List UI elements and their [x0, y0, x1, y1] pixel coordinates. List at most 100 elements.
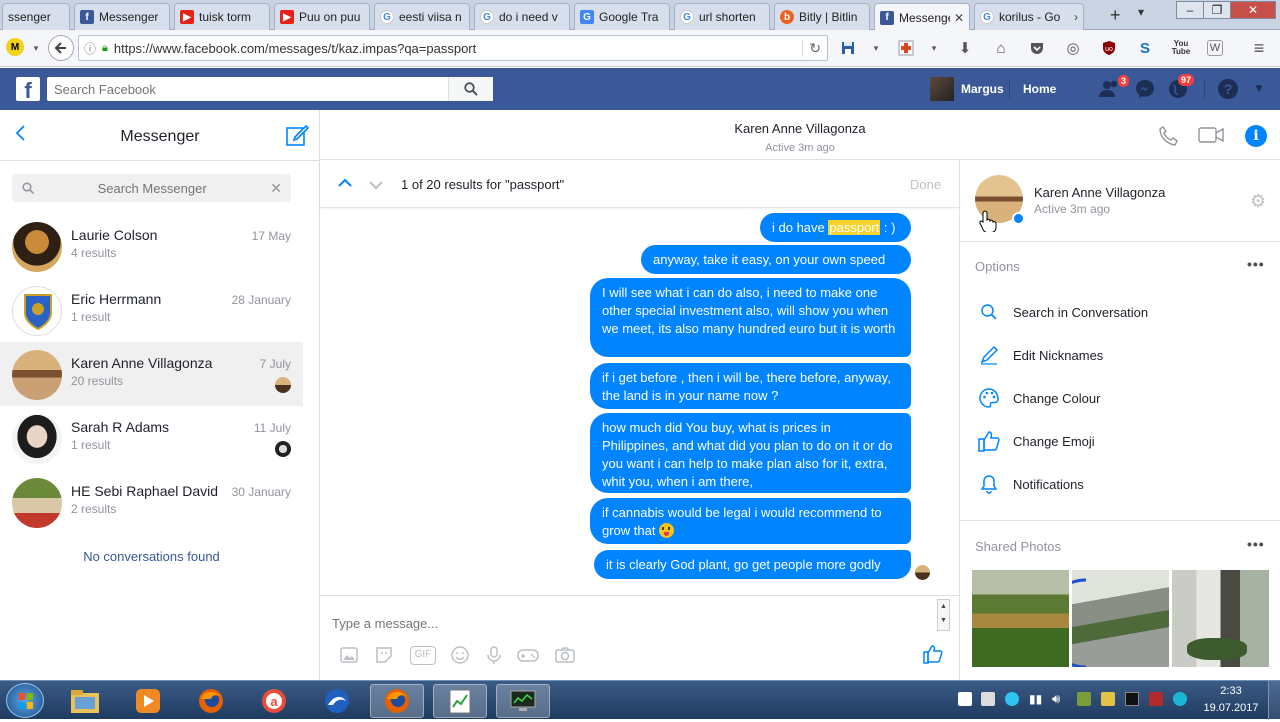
tab-scroll-right-icon[interactable]: › [1074, 10, 1078, 24]
download-icon[interactable]: ⬇ [955, 38, 975, 58]
browser-tab[interactable]: G do i need v [474, 3, 570, 30]
taskbar-firefox[interactable] [184, 684, 238, 718]
facebook-search-button[interactable] [448, 77, 493, 101]
save-icon[interactable] [838, 38, 858, 58]
option-search-in-conversation[interactable]: Search in Conversation [976, 299, 1148, 325]
new-tab-icon[interactable]: + [1110, 5, 1121, 26]
shared-photo[interactable] [1172, 570, 1269, 667]
sticker-icon[interactable] [374, 645, 394, 668]
tray-icon[interactable] [1173, 692, 1187, 706]
thumbs-up-icon[interactable] [922, 643, 944, 668]
start-button[interactable] [6, 683, 44, 718]
account-menu-arrow-icon[interactable]: ▼ [1253, 81, 1265, 95]
dropdown-arrow-icon[interactable]: ▾ [26, 38, 46, 58]
browser-tab[interactable]: G korilus - Go › [974, 3, 1084, 30]
compose-message-icon[interactable] [285, 123, 310, 150]
maximize-window-icon[interactable]: ❐ [1203, 1, 1231, 19]
clear-search-icon[interactable]: ✕ [270, 180, 282, 197]
addon-cross-icon[interactable] [896, 38, 916, 58]
dropdown-arrow-icon[interactable]: ▾ [866, 38, 886, 58]
tray-icon[interactable] [1077, 692, 1091, 706]
home-link[interactable]: Home [1023, 68, 1056, 110]
browser-tab[interactable]: ▶ tuisk torm [174, 3, 270, 30]
browser-tab[interactable]: G url shorten [674, 3, 770, 30]
address-bar[interactable]: ⓘ 🔒︎ https://www.facebook.com/messages/t… [78, 35, 828, 61]
tray-icon[interactable] [958, 692, 972, 706]
conversation-item[interactable]: Sarah R Adams 1 result 11 July [0, 406, 303, 470]
youtube-addon-icon[interactable]: You Tube [1171, 38, 1191, 58]
option-change-colour[interactable]: Change Colour [976, 385, 1100, 411]
ublock-icon[interactable]: uo [1099, 38, 1119, 58]
messenger-search-input[interactable] [34, 176, 271, 200]
done-button[interactable]: Done [910, 177, 941, 192]
conversation-item[interactable]: HE Sebi Raphael David 2 results 30 Janua… [0, 470, 303, 534]
shared-photo[interactable] [1072, 570, 1169, 667]
conversation-item-selected[interactable]: Karen Anne Villagonza 20 results 7 July [0, 342, 303, 406]
home-icon[interactable]: ⌂ [991, 38, 1011, 58]
facebook-search-input[interactable] [47, 78, 448, 100]
conversation-item[interactable]: Eric Herrmann 1 result 28 January [0, 278, 303, 342]
browser-tab[interactable]: ssenger [2, 3, 70, 30]
show-desktop-button[interactable] [1268, 681, 1280, 720]
tray-icon[interactable] [981, 692, 995, 706]
volume-icon[interactable]: 🔊︎ [1052, 691, 1060, 707]
menu-icon[interactable]: ≡ [1249, 38, 1269, 58]
addon-icon[interactable]: M [6, 38, 24, 56]
taskbar-firefox-active[interactable] [370, 684, 424, 718]
notifications-globe-icon[interactable]: 97 [1168, 74, 1195, 102]
tray-icon[interactable] [1005, 692, 1019, 706]
message-input[interactable] [332, 612, 932, 634]
gear-icon[interactable]: ⚙ [1250, 191, 1266, 212]
browser-tab[interactable]: ▶ Puu on puu [274, 3, 370, 30]
more-options-icon[interactable]: ••• [1247, 256, 1265, 272]
camera-icon[interactable] [554, 645, 576, 668]
shared-photo[interactable] [972, 570, 1069, 667]
url-text[interactable]: https://www.facebook.com/messages/t/kaz.… [114, 41, 796, 56]
sync-addon-icon[interactable]: ◎ [1063, 38, 1083, 58]
tab-list-icon[interactable]: ▾ [1138, 5, 1144, 19]
browser-tab[interactable]: f Messenger [74, 3, 170, 30]
profile-link[interactable]: Margus [930, 68, 1004, 110]
tray-icon[interactable] [1149, 692, 1163, 706]
taskbar-app-a[interactable]: a [247, 684, 301, 718]
back-button[interactable] [48, 35, 74, 61]
option-edit-nicknames[interactable]: Edit Nicknames [976, 342, 1103, 368]
addon-w-icon[interactable]: W [1207, 40, 1223, 56]
gif-icon[interactable]: GIF [410, 646, 436, 665]
taskbar-chart-app[interactable] [433, 684, 487, 718]
phone-call-icon[interactable] [1158, 125, 1180, 150]
emoji-icon[interactable] [450, 645, 470, 668]
option-change-emoji[interactable]: Change Emoji [976, 428, 1095, 454]
browser-tab[interactable]: b Bitly | Bitlin [774, 3, 870, 30]
network-icon[interactable]: ▮▮ [1029, 692, 1042, 706]
browser-tab-active[interactable]: f Messenger ✕ [874, 3, 970, 31]
facebook-logo-icon[interactable]: f [16, 77, 40, 103]
reload-icon[interactable]: ↻ [802, 39, 821, 57]
info-icon[interactable]: i [1245, 125, 1267, 147]
game-controller-icon[interactable] [516, 645, 540, 668]
clock-time[interactable]: 2:33 [1196, 685, 1266, 697]
pocket-icon[interactable] [1027, 38, 1047, 58]
taskbar-monitor-app[interactable] [496, 684, 550, 718]
messenger-icon[interactable] [1135, 79, 1155, 102]
previous-result-icon[interactable] [337, 176, 353, 191]
minimize-window-icon[interactable]: – [1176, 1, 1204, 19]
taskbar-media-player[interactable] [121, 684, 175, 718]
tray-icon[interactable] [1125, 692, 1139, 706]
conversation-item[interactable]: Laurie Colson 4 results 17 May [0, 214, 303, 278]
clock-date[interactable]: 19.07.2017 [1196, 702, 1266, 714]
taskbar-file-explorer[interactable] [58, 684, 112, 718]
help-icon[interactable]: ? [1218, 79, 1238, 99]
next-result-icon[interactable] [368, 178, 384, 193]
info-icon[interactable]: ⓘ [84, 40, 96, 57]
close-window-icon[interactable]: ✕ [1230, 1, 1276, 19]
more-shared-photos-icon[interactable]: ••• [1247, 536, 1265, 552]
photo-icon[interactable] [339, 645, 359, 668]
microphone-icon[interactable] [484, 645, 504, 668]
close-tab-icon[interactable]: ✕ [954, 11, 964, 25]
composer-scrollbar[interactable]: ▲ ▼ [937, 599, 950, 631]
profile-name[interactable]: Karen Anne Villagonza [1034, 185, 1165, 200]
skype-icon[interactable]: S [1135, 38, 1155, 58]
option-notifications[interactable]: Notifications [976, 471, 1084, 497]
dropdown-arrow-icon[interactable]: ▾ [924, 38, 944, 58]
